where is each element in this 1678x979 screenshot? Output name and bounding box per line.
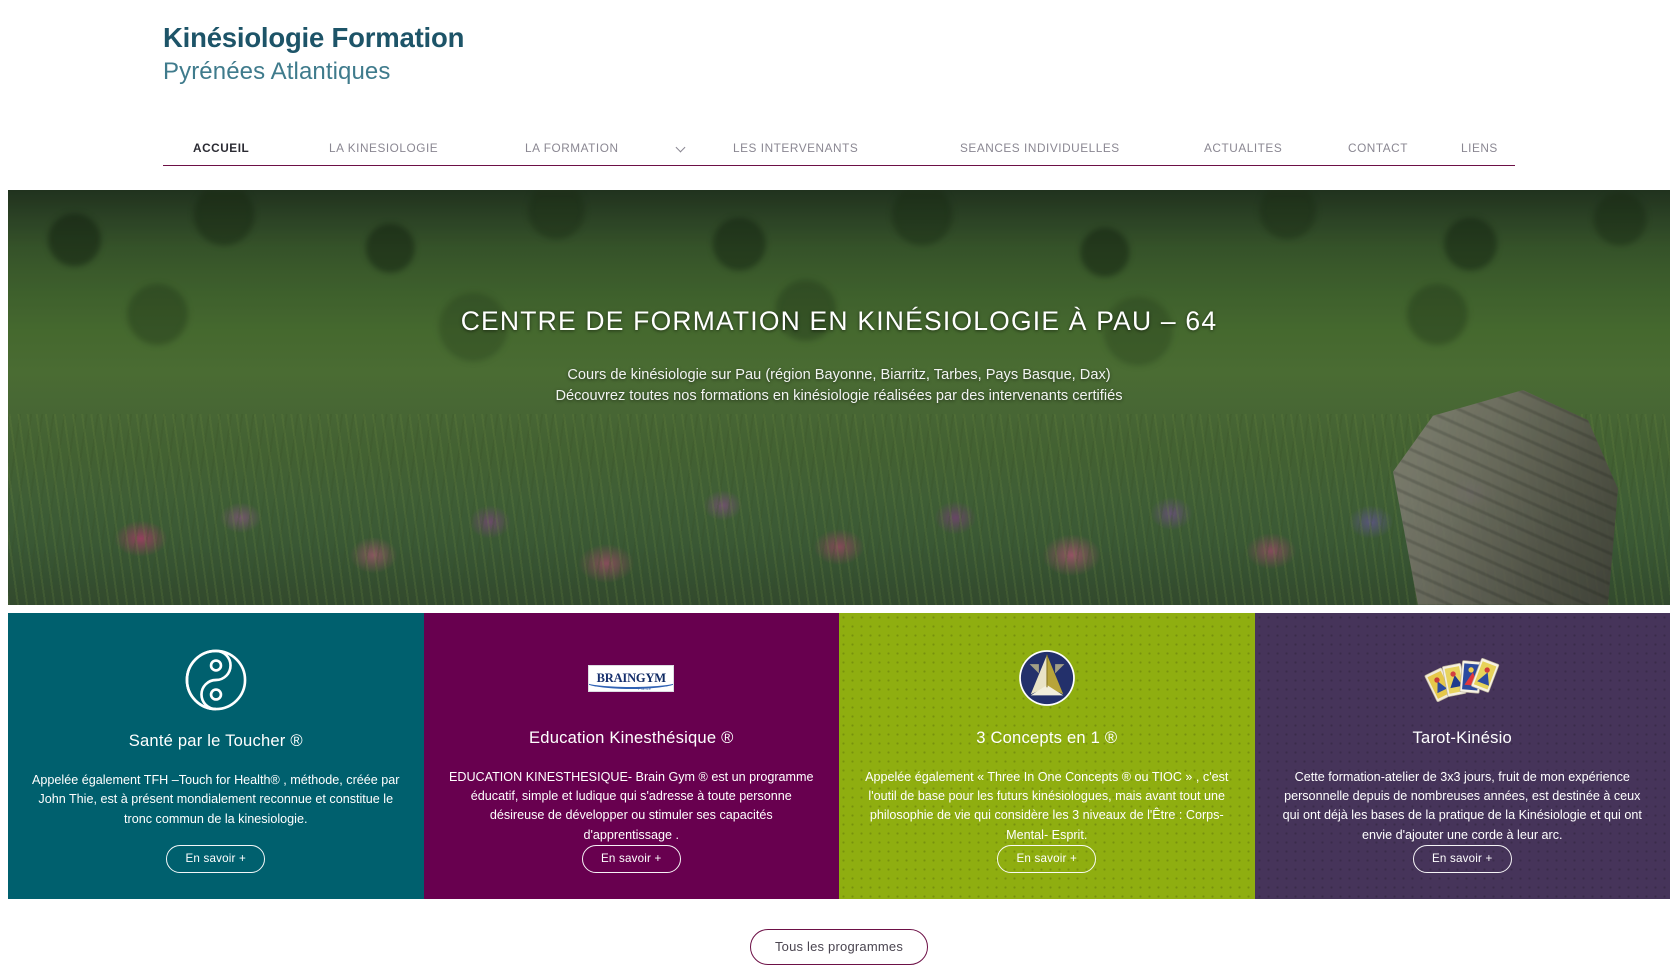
nav-item-label: LA KINESIOLOGIE [329, 141, 439, 155]
hero-subtitle: Cours de kinésiologie sur Pau (région Ba… [555, 365, 1122, 406]
card-title: Education Kinesthésique ® [529, 727, 734, 747]
card-description: Appelée également « Three In One Concept… [865, 769, 1229, 842]
card-title: Santé par le Toucher ® [128, 731, 303, 750]
nav-item-les-intervenants[interactable]: LES INTERVENANTS [733, 141, 858, 155]
brand-title: Kinésiologie Formation [163, 22, 465, 53]
program-card-sante-par-le-toucher[interactable]: Santé par le Toucher ® Appelée également… [8, 613, 424, 899]
nav-item-accueil[interactable]: ACCUEIL [193, 141, 249, 155]
nav-item-liens[interactable]: LIENS [1461, 141, 1498, 155]
card-icon-wrap [183, 643, 249, 717]
nav-item-label: ACTUALITES [1204, 141, 1283, 155]
chevron-down-icon[interactable] [677, 144, 686, 153]
hero-banner: CENTRE DE FORMATION EN KINÉSIOLOGIE À PA… [8, 190, 1670, 605]
nav-item-contact[interactable]: CONTACT [1348, 141, 1408, 155]
card-description: Appelée également TFH –Touch for Health®… [32, 773, 400, 826]
program-cards: Santé par le Toucher ® Appelée également… [8, 613, 1670, 899]
program-card-3-concepts-en-1[interactable]: 3 Concepts en 1 ® Appelée également « Th… [839, 613, 1255, 899]
card-icon-wrap [1018, 643, 1076, 714]
card-description: EDUCATION KINESTHESIQUE- Brain Gym ® est… [448, 769, 814, 842]
card-title: Tarot-Kinésio [1412, 727, 1512, 747]
nav-item-seances-individuelles[interactable]: SEANCES INDIVIDUELLES [960, 141, 1120, 155]
all-programs-button[interactable]: Tous les programmes [749, 929, 929, 965]
nav-item-label: SEANCES INDIVIDUELLES [960, 141, 1120, 155]
card-icon-wrap [1422, 643, 1502, 714]
braingym-brain-text: BRAIN [596, 671, 636, 686]
nav-item-label: ACCUEIL [193, 141, 250, 155]
nav-item-la-formation[interactable]: LA FORMATION [525, 141, 686, 155]
hero-subtitle-line-2: Découvrez toutes nos formations en kinés… [555, 387, 1123, 404]
card-icon-wrap: BRAINGYM France [588, 643, 675, 714]
site-header: Kinésiologie Formation Pyrénées Atlantiq… [0, 0, 1678, 118]
main-navigation: ACCUEIL LA KINESIOLOGIE LA FORMATION LES… [0, 118, 1678, 166]
braingym-subtext: France [638, 686, 652, 691]
card-learn-more-button[interactable]: En savoir + [581, 845, 681, 873]
card-description: Cette formation-atelier de 3x3 jours, fr… [1282, 769, 1642, 842]
nav-item-label: CONTACT [1348, 141, 1408, 155]
braingym-logo-icon: BRAINGYM France [588, 664, 675, 692]
hero-title: CENTRE DE FORMATION EN KINÉSIOLOGIE À PA… [460, 306, 1218, 336]
braingym-gym-text: GYM [635, 671, 666, 686]
three-in-one-emblem-icon [1018, 650, 1075, 707]
nav-item-label: LA FORMATION [525, 141, 619, 155]
nav-item-label: LIENS [1461, 141, 1498, 155]
program-card-education-kinesthesique[interactable]: BRAINGYM France Education Kinesthésique … [423, 613, 839, 899]
all-programs-section: Tous les programmes [0, 899, 1678, 979]
card-title: 3 Concepts en 1 ® [976, 727, 1118, 747]
brand-subtitle: Pyrénées Atlantiques [163, 58, 391, 86]
card-learn-more-button[interactable]: En savoir + [166, 845, 266, 873]
nav-item-la-kinesiologie[interactable]: LA KINESIOLOGIE [329, 141, 438, 155]
card-learn-more-button[interactable]: En savoir + [997, 845, 1097, 873]
tarot-cards-icon [1424, 658, 1500, 703]
nav-bar: ACCUEIL LA KINESIOLOGIE LA FORMATION LES… [163, 118, 1515, 166]
yin-yang-icon [185, 649, 247, 711]
program-card-tarot-kinesio[interactable]: Tarot-Kinésio Cette formation-atelier de… [1254, 613, 1670, 899]
hero-subtitle-line-1: Cours de kinésiologie sur Pau (région Ba… [567, 367, 1111, 383]
nav-item-actualites[interactable]: ACTUALITES [1204, 141, 1282, 155]
nav-item-label: LES INTERVENANTS [733, 141, 859, 155]
card-learn-more-button[interactable]: En savoir + [1412, 845, 1512, 873]
hero-content: CENTRE DE FORMATION EN KINÉSIOLOGIE À PA… [8, 190, 1670, 605]
braingym-wordmark: BRAINGYM [597, 672, 666, 685]
